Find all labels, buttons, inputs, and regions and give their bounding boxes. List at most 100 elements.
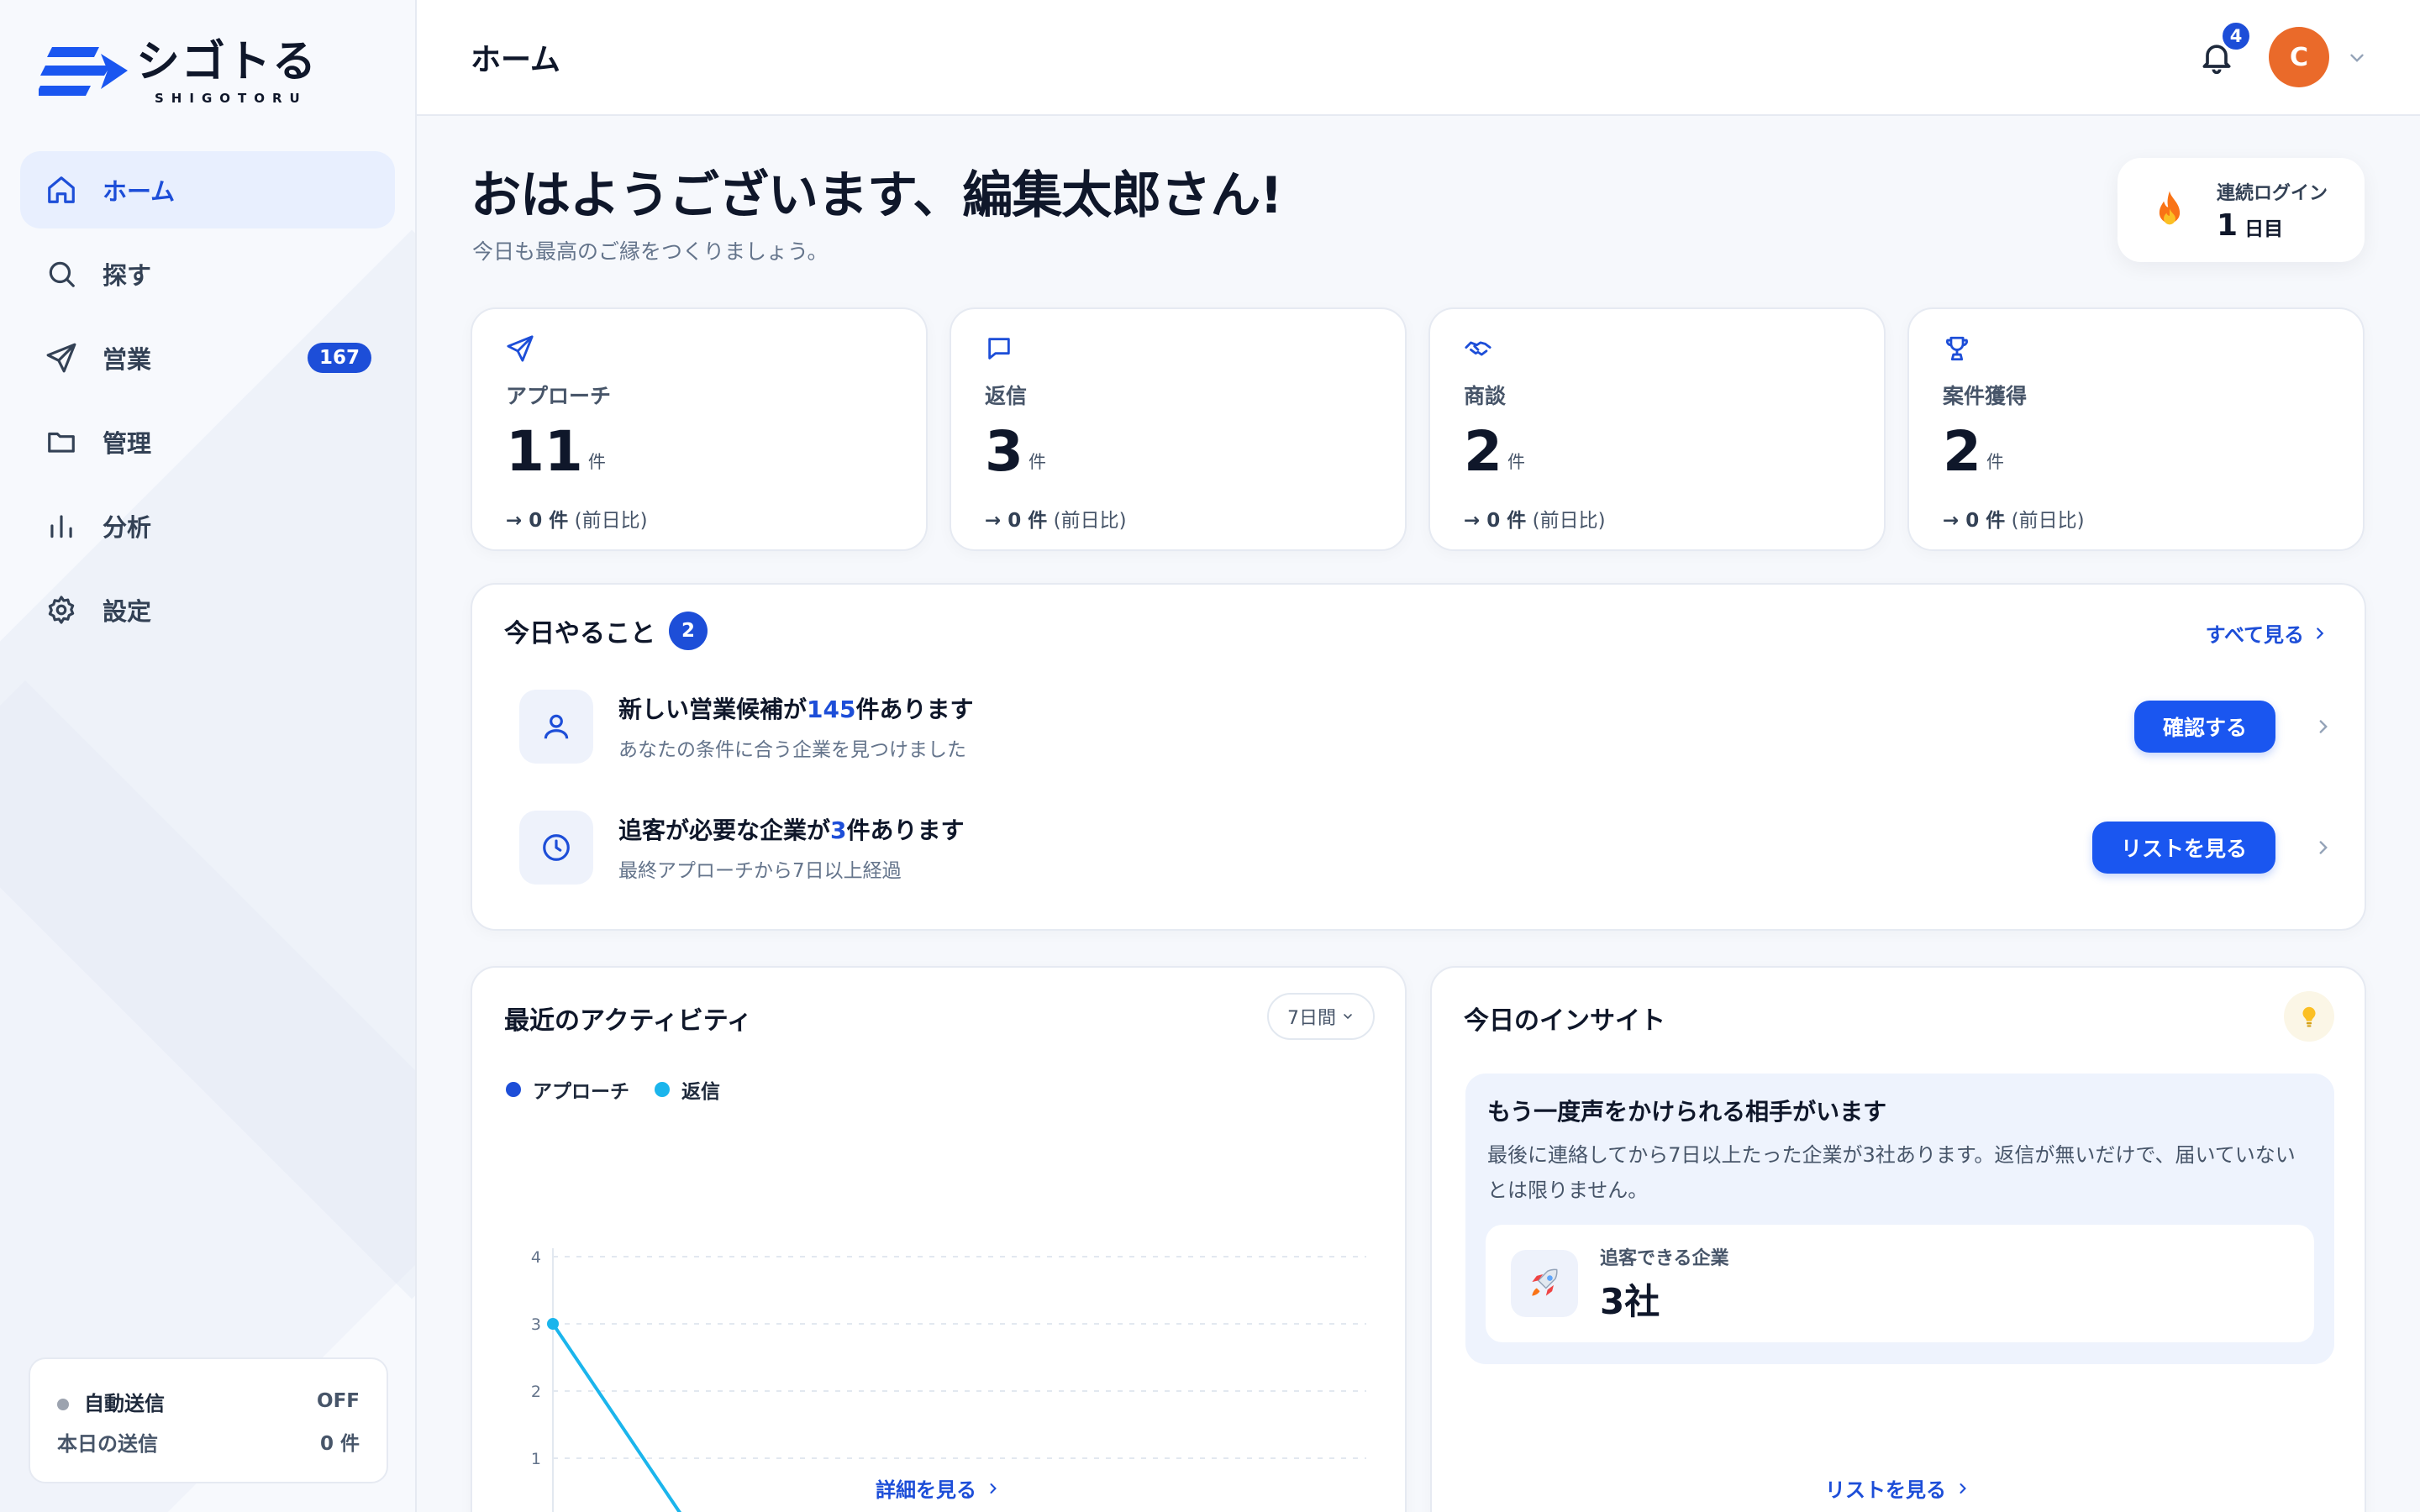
chevron-right-icon xyxy=(990,1483,997,1494)
todo-text-pre: 追客が必要な企業が xyxy=(618,816,831,844)
todo-item-new-leads[interactable]: 新しい営業候補が145件あります あなたの条件に合う企業を見つけました 確認する xyxy=(519,689,2334,764)
auto-send-label: 自動送信 xyxy=(84,1391,165,1415)
status-dot xyxy=(57,1398,69,1410)
detail-link-label: 詳細を見る xyxy=(876,1478,976,1502)
sidebar-item-label: 管理 xyxy=(103,429,152,458)
folder-icon xyxy=(48,432,75,453)
stat-label: 返信 xyxy=(985,384,1028,408)
sidebar-item-settings[interactable]: 設定 xyxy=(20,571,395,648)
greeting-title: おはようございます、編集太郎さん! xyxy=(471,166,1283,225)
confirm-button[interactable]: 確認する xyxy=(2133,701,2275,753)
todo-icon-box xyxy=(519,811,593,885)
brand-subtitle: SHIGOTORU xyxy=(155,91,308,106)
todo-text-post: 件あります xyxy=(855,696,974,723)
follow-up-value: 3社 xyxy=(1600,1280,1660,1322)
todo-item-follow-up[interactable]: 追客が必要な企業が3件あります 最終アプローチから7日以上経過 リストを見る xyxy=(519,810,2334,885)
todo-title: 今日やること xyxy=(504,619,655,648)
notification-badge: 4 xyxy=(2220,20,2252,52)
chart-legend: アプローチ 返信 xyxy=(506,1075,745,1104)
stat-card-approach[interactable]: アプローチ 11 件 → 0 件 (前日比) xyxy=(471,307,928,551)
brand-name: シゴトる xyxy=(136,37,318,87)
send-icon xyxy=(507,335,534,362)
todo-count-badge: 2 xyxy=(669,612,708,650)
todo-highlight-count: 3 xyxy=(830,816,847,844)
insight-list-link[interactable]: リストを見る xyxy=(1432,1473,2365,1503)
greeting-subtitle: 今日も最高のご縁をつくりましょう。 xyxy=(472,239,829,264)
stat-unit: 件 xyxy=(1507,452,1525,472)
stat-unit: 件 xyxy=(1028,452,1046,472)
stat-card-meeting[interactable]: 商談 2件 → 0 件 (前日比) xyxy=(1428,307,1886,551)
rocket-icon xyxy=(1511,1250,1578,1317)
legend-item-approach[interactable]: アプローチ xyxy=(506,1075,629,1104)
gear-icon xyxy=(48,596,75,624)
stat-value: 3 xyxy=(985,419,1023,484)
chat-icon xyxy=(988,338,1010,360)
lightbulb-icon xyxy=(2284,991,2334,1042)
todo-highlight-count: 145 xyxy=(807,696,856,723)
logo-mark-icon xyxy=(39,47,128,96)
stat-value: 2 xyxy=(1943,419,1981,484)
sales-count-badge: 167 xyxy=(307,343,371,373)
view-list-button[interactable]: リストを見る xyxy=(2091,822,2275,874)
auto-send-status[interactable]: OFF xyxy=(317,1390,360,1412)
activity-title: 最近のアクティビティ xyxy=(504,1006,752,1036)
chevron-down-icon xyxy=(1344,1014,1352,1020)
chevron-right-icon[interactable] xyxy=(2312,716,2334,738)
stat-card-won[interactable]: 案件獲得 2件 → 0 件 (前日比) xyxy=(1907,307,2365,551)
stat-delta-note: (前日比) xyxy=(1532,510,1606,532)
search-icon xyxy=(49,261,75,287)
insight-box-title: もう一度声をかけられる相手がいます xyxy=(1487,1098,1887,1126)
stat-label: アプローチ xyxy=(506,384,612,408)
sidebar-item-search[interactable]: 探す xyxy=(20,235,395,312)
todo-text-pre: 新しい営業候補が xyxy=(618,696,808,723)
todo-subtext: あなたの条件に合う企業を見つけました xyxy=(618,739,966,761)
sidebar-item-label: 探す xyxy=(103,261,152,290)
stat-delta-note: (前日比) xyxy=(574,510,648,532)
main-content: おはようございます、編集太郎さん! 今日も最高のご縁をつくりましょう。 連続ログ… xyxy=(417,118,2420,1512)
todo-card: 今日やること 2 すべて見る 新しい営業候補が145件あります あなたの条件に合… xyxy=(471,583,2366,931)
y-tick-label: 4 xyxy=(531,1248,541,1267)
stat-delta-note: (前日比) xyxy=(1053,510,1127,532)
stat-label: 商談 xyxy=(1464,384,1507,408)
legend-item-reply[interactable]: 返信 xyxy=(655,1075,720,1104)
sidebar-item-label: ホーム xyxy=(103,177,176,206)
legend-label: アプローチ xyxy=(533,1081,629,1103)
follow-up-card[interactable]: 追客できる企業 3社 xyxy=(1486,1225,2314,1342)
follow-up-label: 追客できる企業 xyxy=(1600,1247,1729,1269)
chevron-right-icon xyxy=(2317,627,2324,639)
stat-unit: 件 xyxy=(1986,452,2004,472)
chevron-right-icon[interactable] xyxy=(2312,837,2334,858)
stat-card-reply[interactable]: 返信 3件 → 0 件 (前日比) xyxy=(950,307,1407,551)
streak-value: 1 xyxy=(2217,207,2238,243)
legend-swatch xyxy=(506,1082,521,1097)
sidebar-item-manage[interactable]: 管理 xyxy=(20,403,395,480)
today-sent-label: 本日の送信 xyxy=(57,1431,158,1456)
stat-value: 2 xyxy=(1464,419,1502,484)
sidebar-item-sales[interactable]: 営業 167 xyxy=(20,319,395,396)
streak-unit: 日目 xyxy=(2244,218,2284,240)
detail-link[interactable]: 詳細を見る xyxy=(472,1473,1405,1503)
todo-subtext: 最終アプローチから7日以上経過 xyxy=(618,860,902,882)
insight-title: 今日のインサイト xyxy=(1464,1006,1665,1036)
auto-send-card[interactable]: 自動送信 OFF 本日の送信 0 件 xyxy=(29,1357,388,1483)
stat-label: 案件獲得 xyxy=(1943,384,2028,408)
see-all-label: すべて見る xyxy=(2205,623,2304,647)
y-tick-label: 1 xyxy=(531,1450,541,1468)
trophy-icon xyxy=(1946,336,1968,361)
sidebar-item-home[interactable]: ホーム xyxy=(20,151,395,228)
avatar[interactable]: C xyxy=(2269,27,2329,87)
chevron-down-icon[interactable] xyxy=(2346,47,2368,69)
sidebar-item-label: 設定 xyxy=(103,597,152,626)
stat-delta: → 0 件 xyxy=(985,510,1048,532)
see-all-link[interactable]: すべて見る xyxy=(2206,618,2329,648)
send-icon xyxy=(46,343,76,373)
insight-box-body: 最後に連絡してから7日以上たった企業が3社あります。返信が無いだけで、届いていな… xyxy=(1487,1143,2296,1202)
brand-logo[interactable]: シゴトる SHIGOTORU xyxy=(39,37,318,106)
range-select[interactable]: 7日間 xyxy=(1267,993,1375,1040)
sidebar-item-analytics[interactable]: 分析 xyxy=(20,487,395,564)
handshake-icon xyxy=(1465,341,1491,356)
sidebar-item-label: 分析 xyxy=(103,513,152,542)
top-header: ホーム 4 C xyxy=(417,0,2420,116)
home-icon xyxy=(48,176,75,203)
activity-card: 最近のアクティビティ 7日間 アプローチ 返信 012348/208/218/2… xyxy=(471,966,1407,1512)
